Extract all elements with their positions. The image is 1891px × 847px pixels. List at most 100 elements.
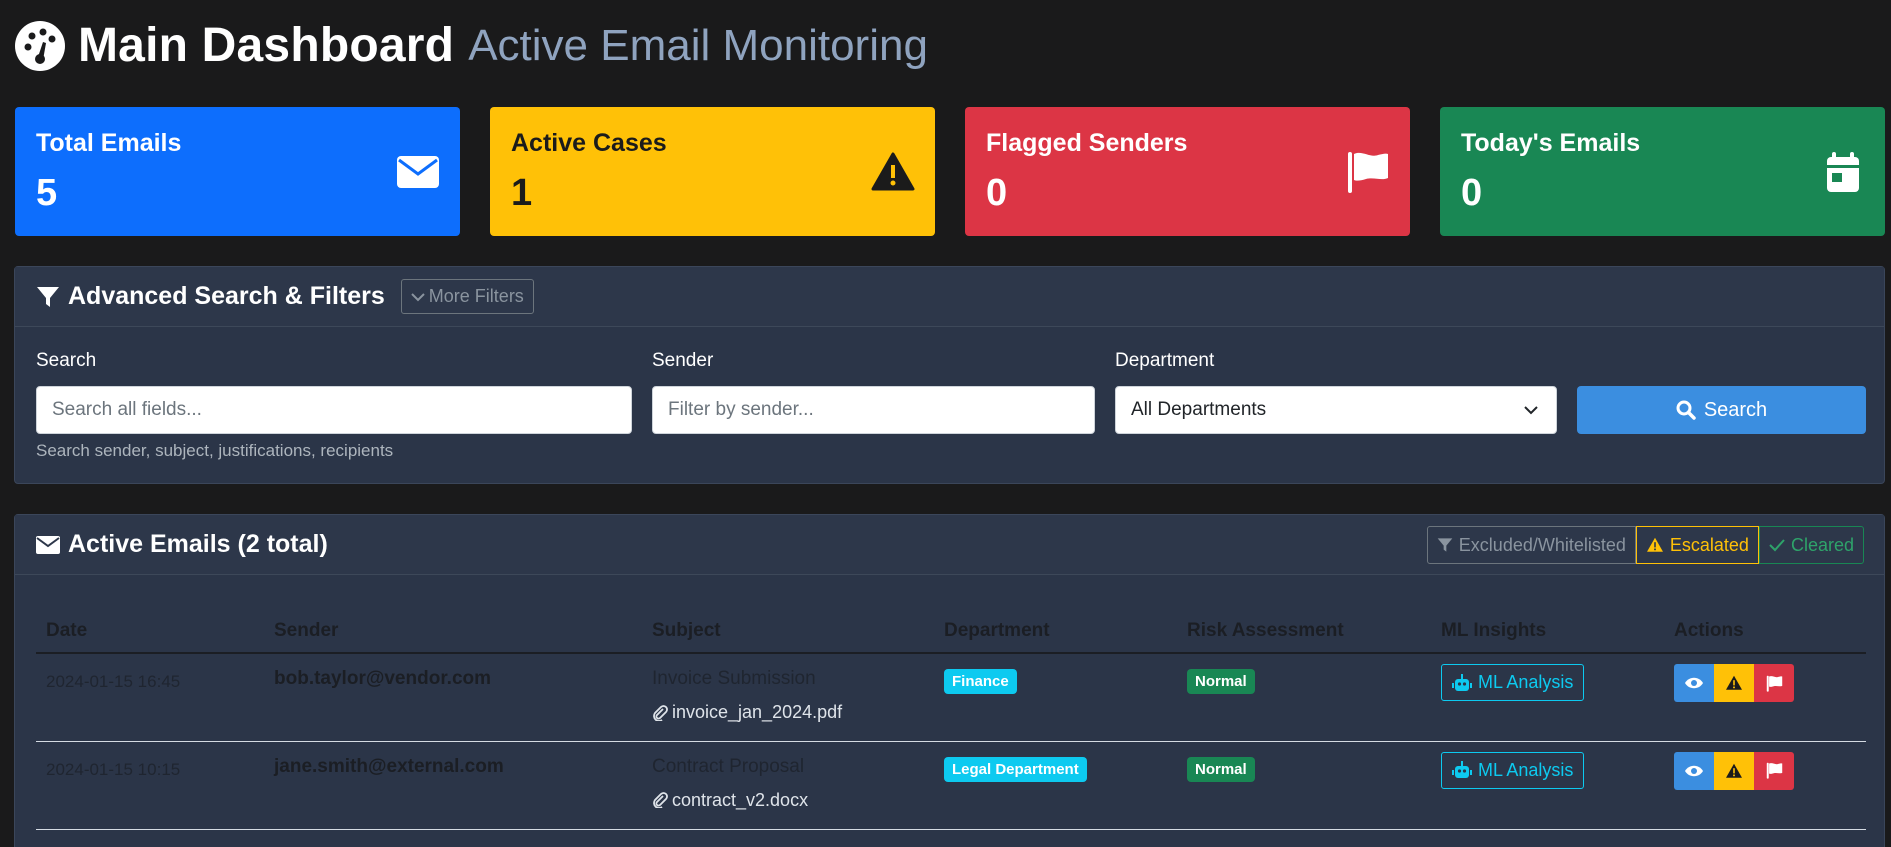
department-select-value: All Departments [1131,399,1267,420]
sender-filter-input[interactable]: Filter by sender... [652,386,1095,434]
column-header-sender[interactable]: Sender [264,609,642,654]
row-risk-cell: Normal [1177,653,1431,742]
stat-value: 1 [511,172,533,214]
filters-title-text: Advanced Search & Filters [68,282,385,310]
row-actions-cell [1664,741,1866,830]
cleared-toggle-label: Cleared [1790,534,1854,555]
status-toggle-group: Excluded/Whitelisted Escalated Cleared [1426,526,1864,564]
flag-icon [1766,762,1782,779]
column-header-department[interactable]: Department [934,609,1177,654]
filters-title: Advanced Search & Filters [36,282,385,311]
row-attachment[interactable]: invoice_jan_2024.pdf [652,702,924,723]
robot-icon [1452,673,1472,691]
cleared-toggle[interactable]: Cleared [1758,526,1864,564]
page-title: Main Dashboard [78,19,455,72]
escalate-button[interactable] [1714,664,1754,702]
view-button[interactable] [1674,751,1714,790]
ml-analysis-button[interactable]: ML Analysis [1441,751,1585,789]
row-department-cell: Legal Department [934,741,1177,830]
escalate-button[interactable] [1714,751,1754,790]
eye-icon [1685,765,1703,776]
department-select[interactable]: All Departments [1115,386,1557,434]
emails-title-text: Active Emails (2 total) [68,530,328,558]
excluded-whitelisted-toggle[interactable]: Excluded/Whitelisted [1426,526,1636,564]
warning-icon [1646,537,1663,552]
flag-sender-button[interactable] [1754,751,1794,790]
column-header-subject[interactable]: Subject [642,609,934,654]
check-icon [1769,539,1785,552]
chevron-down-icon [411,292,425,301]
warning-icon [1726,675,1742,690]
page-subtitle: Active Email Monitoring [468,20,928,70]
stat-label: Flagged Senders [986,129,1188,157]
flag-sender-button[interactable] [1754,664,1794,702]
column-header-date[interactable]: Date [36,609,264,654]
stat-label: Total Emails [36,129,182,157]
row-sender[interactable]: bob.taylor@vendor.com [264,653,642,742]
emails-panel-header: Active Emails (2 total) Excluded/Whiteli… [15,515,1884,575]
table-row[interactable]: 2024-01-15 16:45 bob.taylor@vendor.com I… [36,653,1866,742]
row-actions [1674,664,1856,702]
dashboard-gauge-icon [15,20,65,71]
stat-label: Today's Emails [1461,129,1641,157]
more-filters-label: More Filters [428,286,524,306]
row-ml-cell: ML Analysis [1431,653,1664,742]
search-button-label: Search [1703,398,1768,421]
flag-icon [1766,675,1782,692]
row-date: 2024-01-15 10:15 [36,741,264,830]
column-header-actions: Actions [1664,609,1866,654]
row-subject-cell: Invoice Submission invoice_jan_2024.pdf [642,653,934,742]
search-button[interactable]: Search [1577,386,1866,434]
stat-card-active-cases: Active Cases 1 [490,107,935,236]
row-attachment[interactable]: contract_v2.docx [652,790,924,811]
search-input[interactable]: Search all fields... [36,386,632,434]
row-actions [1674,751,1856,790]
table-row[interactable]: 2024-01-15 10:15 jane.smith@external.com… [36,741,1866,830]
department-badge: Legal Department [944,756,1087,782]
flag-icon [1348,152,1388,193]
emails-title: Active Emails (2 total) [36,530,328,559]
search-help-text: Search sender, subject, justifications, … [36,441,394,460]
risk-badge: Normal [1187,669,1255,694]
escalated-toggle[interactable]: Escalated [1635,526,1759,564]
row-sender[interactable]: jane.smith@external.com [264,741,642,830]
row-actions-cell [1664,653,1866,742]
envelope-icon [397,156,439,188]
column-header-ml-insights[interactable]: ML Insights [1431,609,1664,654]
row-risk-cell: Normal [1177,741,1431,830]
warning-icon [871,152,915,191]
ml-analysis-label: ML Analysis [1478,759,1574,780]
ml-analysis-button[interactable]: ML Analysis [1441,664,1585,701]
paperclip-icon [653,704,668,721]
chevron-down-icon [1524,406,1538,415]
row-subject[interactable]: Contract Proposal [652,756,924,778]
column-header-risk[interactable]: Risk Assessment [1177,609,1431,654]
department-label: Department [1115,350,1215,371]
row-department-cell: Finance [934,653,1177,742]
row-subject[interactable]: Invoice Submission [652,668,924,690]
filter-icon [37,286,59,307]
row-date: 2024-01-15 16:45 [36,653,264,742]
page-header: Main Dashboard Active Email Monitoring [14,18,928,73]
row-ml-cell: ML Analysis [1431,741,1664,830]
table-header-row: Date Sender Subject Department Risk Asse… [36,609,1866,654]
excluded-toggle-label: Excluded/Whitelisted [1458,534,1626,555]
attachment-name: invoice_jan_2024.pdf [672,702,843,722]
stat-value: 0 [1461,172,1483,214]
emails-table: Date Sender Subject Department Risk Asse… [36,609,1866,830]
search-icon [1676,400,1696,420]
calendar-icon [1827,152,1859,192]
row-subject-cell: Contract Proposal contract_v2.docx [642,741,934,830]
search-label: Search [36,350,97,371]
stat-value: 0 [986,172,1008,214]
risk-badge: Normal [1187,756,1255,782]
warning-icon [1726,763,1742,778]
more-filters-button[interactable]: More Filters [400,279,534,314]
attachment-name: contract_v2.docx [672,789,809,810]
ml-analysis-label: ML Analysis [1478,672,1574,692]
view-button[interactable] [1674,664,1714,702]
robot-icon [1452,761,1472,778]
envelope-icon [36,535,60,554]
paperclip-icon [653,792,668,808]
eye-icon [1685,677,1703,689]
